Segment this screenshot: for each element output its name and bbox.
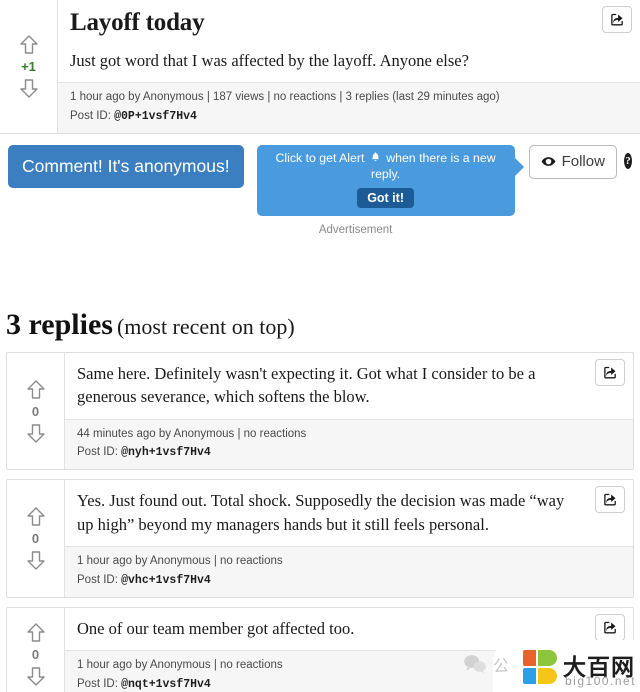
downvote-icon[interactable]: [17, 76, 41, 100]
post-id-label: Post ID:: [77, 677, 118, 690]
page-title: Layoff today: [70, 9, 205, 36]
original-post-body-column: Layoff today Just got word that I was af…: [58, 0, 640, 133]
share-icon: [603, 494, 616, 506]
vote-count: 0: [31, 530, 40, 546]
alert-tooltip[interactable]: Click to get Alert when there is a new r…: [256, 144, 524, 216]
post-id-value: @vhc+1vsf7Hv4: [121, 573, 211, 587]
post-id-label: Post ID:: [70, 109, 111, 122]
advertisement-slot: [0, 236, 640, 308]
reply-card: 0 Same here. Definitely wasn't expecting …: [6, 351, 634, 471]
action-bar: Comment! It's anonymous! Click to get Al…: [0, 134, 640, 236]
reply-vote-column: 0: [7, 480, 65, 597]
original-post-card: +1 Layoff today Just got word that I was…: [0, 0, 640, 134]
vote-count: 0: [31, 646, 40, 662]
share-button[interactable]: [595, 358, 625, 386]
original-post-id-row: Post ID: @0P+1vsf7Hv4: [70, 108, 628, 126]
original-post-meta: 1 hour ago by Anonymous | 187 views | no…: [58, 82, 640, 133]
downvote-icon[interactable]: [24, 548, 48, 572]
downvote-icon[interactable]: [24, 421, 48, 445]
bell-icon: [371, 152, 379, 161]
post-id-value: @0P+1vsf7Hv4: [114, 109, 197, 123]
reply-meta-line: 1 hour ago by Anonymous | no reactions: [77, 659, 283, 672]
reply-meta: 44 minutes ago by Anonymous | no reactio…: [65, 418, 633, 470]
reply-meta: 1 hour ago by Anonymous | no reactions Po…: [65, 650, 633, 692]
reply-meta-line: 1 hour ago by Anonymous | no reactions: [77, 555, 283, 568]
advertisement-label: Advertisement: [318, 223, 393, 236]
reply-meta: 1 hour ago by Anonymous | no reactions Po…: [65, 546, 633, 597]
reply-content: Yes. Just found out. Total shock. Suppos…: [65, 480, 633, 546]
reply-id-row: Post ID: @nqt+1vsf7Hv4: [77, 676, 621, 692]
reply-body-column: Same here. Definitely wasn't expecting i…: [65, 353, 633, 470]
follow-button[interactable]: Follow: [528, 144, 617, 179]
eye-icon: [541, 157, 555, 167]
replies-heading: 3 replies (most recent on top): [0, 308, 640, 352]
reply-vote-column: 0: [7, 607, 65, 692]
reply-content: Same here. Definitely wasn't expecting i…: [65, 353, 633, 419]
upvote-icon[interactable]: [24, 378, 48, 402]
got-it-button[interactable]: Got it!: [357, 187, 414, 208]
reply-text: Same here. Definitely wasn't expecting i…: [77, 363, 536, 407]
follow-label: Follow: [561, 153, 605, 171]
upvote-icon[interactable]: [24, 505, 48, 529]
original-post-meta-line: 1 hour ago by Anonymous | 187 views | no…: [70, 91, 500, 104]
share-button[interactable]: [595, 613, 625, 641]
share-icon: [603, 366, 616, 379]
upvote-icon[interactable]: [17, 33, 41, 57]
share-button[interactable]: [595, 486, 625, 514]
share-icon: [610, 13, 623, 26]
share-icon: [603, 621, 616, 634]
original-post-content: Layoff today Just got word that I was af…: [58, 0, 640, 82]
reply-id-row: Post ID: @vhc+1vsf7Hv4: [77, 572, 621, 590]
original-post-vote-column: +1: [0, 0, 58, 133]
vote-count: +1: [21, 58, 36, 74]
reply-content: One of our team member got affected too.: [65, 608, 633, 650]
reply-card: 0 One of our team member got affected too…: [6, 606, 634, 692]
post-id-value: @nqt+1vsf7Hv4: [121, 677, 211, 691]
reply-card: 0 Yes. Just found out. Total shock. Suppo…: [6, 479, 634, 598]
original-post-text: Just got word that I was affected by the…: [70, 50, 469, 70]
reply-meta-line: 44 minutes ago by Anonymous | no reactio…: [77, 427, 307, 440]
reply-id-row: Post ID: @nyh+1vsf7Hv4: [77, 444, 621, 462]
post-id-label: Post ID:: [77, 446, 118, 459]
post-id-value: @nyh+1vsf7Hv4: [121, 446, 211, 460]
reply-text: One of our team member got affected too.: [77, 618, 355, 638]
original-post: +1 Layoff today Just got word that I was…: [0, 0, 640, 134]
alert-tooltip-wrapper: Click to get Alert when there is a new r…: [256, 144, 524, 236]
replies-list: 0 Same here. Definitely wasn't expecting …: [0, 351, 640, 692]
alert-tooltip-text-after: when there is a new reply.: [371, 150, 496, 181]
reply-body-column: One of our team member got affected too.…: [65, 608, 633, 692]
help-button[interactable]: ?: [623, 152, 632, 169]
share-button[interactable]: [602, 6, 632, 33]
vote-count: 0: [31, 403, 40, 419]
downvote-icon[interactable]: [24, 664, 48, 688]
post-id-label: Post ID:: [77, 573, 118, 586]
reply-body-column: Yes. Just found out. Total shock. Suppos…: [65, 480, 633, 597]
upvote-icon[interactable]: [24, 621, 48, 645]
reply-text: Yes. Just found out. Total shock. Suppos…: [77, 491, 565, 534]
alert-tooltip-text-before: Click to get Alert: [275, 150, 365, 165]
replies-count: 3 replies: [6, 307, 113, 341]
reply-vote-column: 0: [7, 352, 65, 470]
replies-sort-note: (most recent on top): [116, 313, 295, 339]
alert-tooltip-text: Click to get Alert when there is a new r…: [266, 151, 506, 183]
comment-button[interactable]: Comment! It's anonymous!: [8, 144, 244, 188]
